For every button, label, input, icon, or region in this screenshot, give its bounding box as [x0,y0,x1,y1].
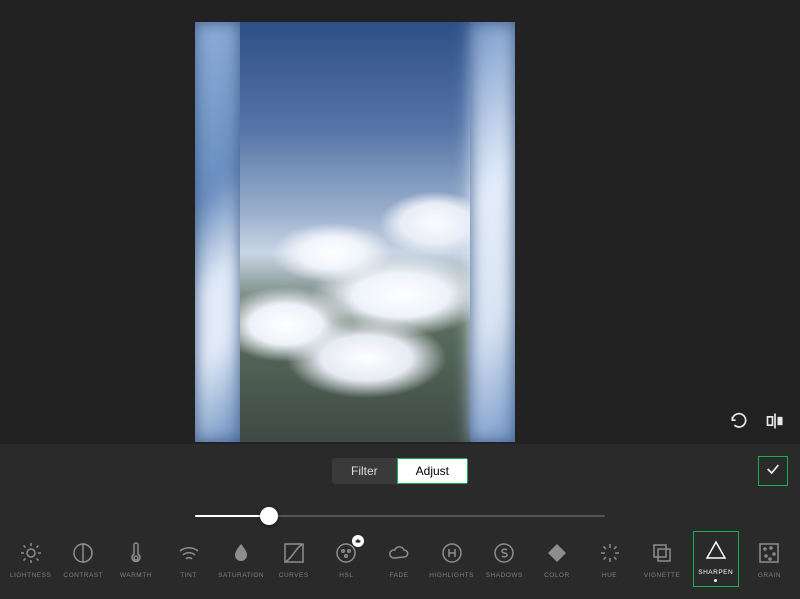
tool-saturation[interactable]: SATURATION [219,539,263,579]
tool-label: VIGNETTE [644,572,681,579]
tool-hue[interactable]: HUE [588,539,632,579]
wifi-icon [175,539,203,567]
tool-hsl[interactable]: HSL [324,539,368,579]
tool-label: SATURATION [218,572,264,579]
tool-label: COLOR [544,572,570,579]
tool-label: WARMTH [120,572,152,579]
tool-label: HUE [602,572,617,579]
grain-icon [755,539,783,567]
tool-sharpen[interactable]: SHARPEN [693,531,739,587]
curve-icon [280,539,308,567]
tool-color[interactable]: COLOR [535,539,579,579]
toolbar: Filter Adjust LIGHTNESS CONTRAST WARMTH TIN… [0,444,800,599]
tool-label: GRAIN [758,572,781,579]
mirror-icon [765,411,785,436]
undo-icon [729,411,749,436]
reset-button[interactable] [728,412,750,434]
tool-label: SHADOWS [486,572,523,579]
premium-badge [352,535,364,547]
contrast-icon [69,539,97,567]
tool-grain[interactable]: GRAIN [747,539,791,579]
tool-label: TINT [180,572,196,579]
triangle-icon [702,536,730,564]
photo-main [240,22,470,442]
tool-contrast[interactable]: CONTRAST [61,539,105,579]
photo-editor: Filter Adjust LIGHTNESS CONTRAST WARMTH TIN… [0,0,800,599]
tool-label: CURVES [279,572,309,579]
tool-tint[interactable]: TINT [167,539,211,579]
tool-label: LIGHTNESS [10,572,51,579]
tool-highlights[interactable]: HIGHLIGHTS [430,539,474,579]
tool-label: FADE [390,572,409,579]
filter-mode-button[interactable]: Filter [332,458,397,484]
mode-toggle: Filter Adjust [332,458,468,484]
tool-label: SHARPEN [698,569,733,576]
photo-preview[interactable] [195,22,515,442]
adjust-mode-button[interactable]: Adjust [397,458,468,484]
photo-blur-left [195,22,240,442]
canvas-actions [728,412,786,434]
tool-shadows[interactable]: SHADOWS [482,539,526,579]
thermometer-icon [122,539,150,567]
canvas-zone [0,0,800,444]
active-dot [714,579,717,582]
squares-icon [648,539,676,567]
cloud-icon [385,539,413,567]
tool-label: HSL [339,572,353,579]
tool-fade[interactable]: FADE [377,539,421,579]
tool-curves[interactable]: CURVES [272,539,316,579]
diamond-icon [543,539,571,567]
slider-track [195,515,605,517]
tool-row: LIGHTNESS CONTRAST WARMTH TINT SATURATION CUR… [0,529,800,589]
drop-icon [227,539,255,567]
tool-label: HIGHLIGHTS [429,572,474,579]
loading-icon [596,539,624,567]
mirror-button[interactable] [764,412,786,434]
circle-h-icon [438,539,466,567]
slider-thumb[interactable] [260,507,278,525]
tool-label: CONTRAST [63,572,103,579]
adjust-slider[interactable] [195,504,605,528]
sun-icon [17,539,45,567]
slider-fill [195,515,269,517]
tool-vignette[interactable]: VIGNETTE [640,539,684,579]
tool-lightness[interactable]: LIGHTNESS [9,539,53,579]
check-icon [765,461,781,482]
circle-s-icon [490,539,518,567]
photo-blur-right [470,22,515,442]
confirm-button[interactable] [758,456,788,486]
tool-warmth[interactable]: WARMTH [114,539,158,579]
